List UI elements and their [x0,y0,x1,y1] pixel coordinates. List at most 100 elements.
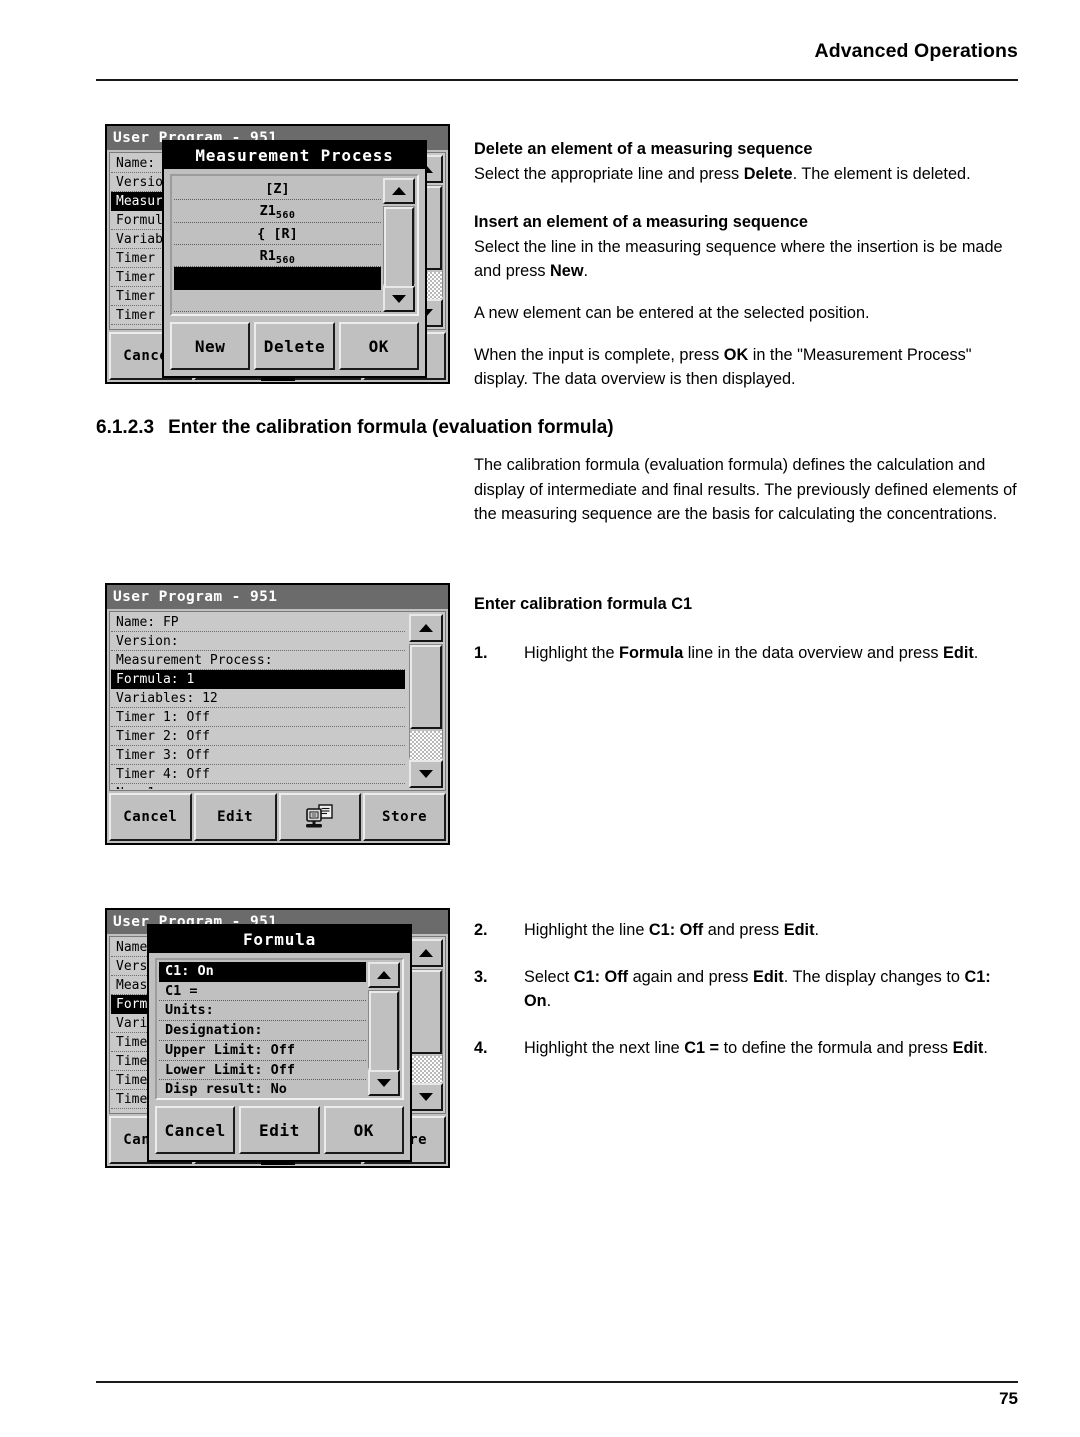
cancel-button[interactable]: Cancel [155,1106,236,1154]
dialog-scroll-up-button-1[interactable] [383,178,415,204]
step-emphasis: Edit [952,1038,984,1057]
formula-parameter-list[interactable]: C1: On C1 = Units: Designation: Upper Limit:… [159,962,366,1096]
step-text: Highlight the [524,643,620,662]
edit-button[interactable]: Edit [193,793,277,841]
arrow-up-icon [419,624,433,632]
data-overview-row[interactable]: Measurement Process: [111,651,405,670]
formula-row[interactable]: Disp result: No [159,1080,366,1096]
screenshot-data-overview: User Program - 951 Name: FP Version: Measu… [105,583,450,845]
scroll-down-button-3[interactable] [409,1083,443,1111]
delete-insert-text-block: Delete an element of a measuring sequenc… [474,137,1022,392]
ok-button[interactable]: OK [338,322,419,370]
formula-row[interactable]: Lower Limit: Off [159,1061,366,1081]
dialog-body-measurement-process: [Z] Z1560{ [R] R1560 [170,174,419,316]
dialog-body-formula: C1: On C1 = Units: Designation: Upper Limit:… [155,958,404,1100]
instruction-step: 3. Select C1: Off again and press Edit. T… [474,965,1022,1014]
dialog-scrollbar-1[interactable] [383,178,415,312]
step-text: . [983,1038,988,1057]
step-text: . [814,921,820,939]
arrow-up-icon [392,187,406,195]
scroll-track-3[interactable] [409,969,443,1100]
section-intro-block: The calibration formula (evaluation form… [474,453,1022,527]
formula-row-selected[interactable]: C1: On [159,962,366,982]
data-overview-row[interactable]: Timer 1: Off [111,708,405,727]
dialog-scroll-thumb-1[interactable] [384,207,414,297]
dialog-scroll-down-button-3[interactable] [368,1070,400,1096]
sequence-element-label: Z1560 [259,203,296,222]
scrollbar-3[interactable] [409,939,443,1111]
data-overview-row-selected[interactable]: Formula: 1 [111,670,405,689]
data-overview-row[interactable]: Timer 4: Off [111,765,405,784]
ok-button-ref: OK [723,345,749,364]
dialog-scroll-down-button-1[interactable] [383,286,415,312]
step-text: and press [703,921,784,939]
calibration-intro-block: Enter calibration formula C1 1. Highlight… [474,592,1022,665]
printer-icon [305,804,335,830]
measurement-sequence-list[interactable]: [Z] Z1560{ [R] R1560 [174,178,381,312]
sequence-row[interactable]: { [R] [174,223,381,245]
insert-element-paragraph-1: Select the line in the measuring sequenc… [474,235,1022,284]
dialog-scroll-up-button-3[interactable] [368,962,400,988]
dialog-scroll-thumb-3[interactable] [369,991,399,1077]
step-text: line in the data overview and press [683,643,944,662]
dialog-scrollbar-3[interactable] [368,962,400,1096]
data-overview-row[interactable]: Timer 2: Off [111,727,405,746]
screenshot-formula-dialog: User Program - 951 Name:Version:Measurem… [105,908,450,1168]
data-overview-list-2[interactable]: Name: FP Version: Measurement Process: Form… [111,613,405,789]
scrollbar-2[interactable] [409,614,443,788]
sequence-element-label: R1560 [259,247,296,266]
new-button[interactable]: New [170,322,251,370]
scroll-thumb-3[interactable] [410,970,442,1054]
footer-divider [96,1381,1018,1383]
data-overview-row[interactable]: No: 1 [111,784,405,789]
insert-element-paragraph-2: A new element can be entered at the sele… [474,303,870,322]
page-number: 75 [999,1389,1018,1408]
scroll-up-button-2[interactable] [409,614,443,642]
ok-button[interactable]: OK [323,1106,404,1154]
sequence-row[interactable]: R1560 [174,245,381,268]
sequence-row[interactable]: [Z] [174,178,381,201]
edit-button[interactable]: Edit [239,1106,320,1154]
step-text: . [546,992,552,1011]
data-overview-row[interactable]: Variables: 12 [111,689,405,708]
insert-text-part-2: . [583,262,589,281]
scroll-track-2[interactable] [409,644,443,775]
step-emphasis: Edit [943,643,974,662]
step-number: 4. [474,1038,488,1057]
sequence-row-selected[interactable] [174,267,381,290]
step-emphasis: Formula [619,643,684,662]
step-text: Highlight the line [524,921,649,939]
delete-button-ref: Delete [743,164,793,183]
dialog-scroll-track-1[interactable] [383,206,415,297]
data-overview-row[interactable]: Timer 3: Off [111,746,405,765]
instruction-step: 1. Highlight the Formula line in the data… [474,641,1022,666]
formula-row[interactable]: Units: [159,1001,366,1022]
step-text: again and press [628,967,753,986]
formula-row[interactable]: C1 = [159,982,366,1002]
measurement-process-dialog: Measurement Process [Z] Z1560{ [R] R1560 N… [162,140,427,378]
dialog-scroll-track-3[interactable] [368,990,400,1077]
section-heading: 6.1.2.3 Enter the calibration formula (ev… [96,417,614,439]
scroll-up-button-3[interactable] [409,939,443,967]
printer-icon-button[interactable] [278,793,362,841]
store-button[interactable]: Store [363,793,446,841]
new-button-ref: New [550,262,584,281]
scroll-down-button-2[interactable] [409,760,443,788]
cancel-button[interactable]: Cancel [109,793,192,841]
scroll-thumb-2[interactable] [410,645,442,729]
formula-row[interactable]: Designation: [159,1021,366,1041]
dialog-title-formula: Formula [149,926,410,953]
sequence-row[interactable] [174,290,381,312]
step-number: 3. [474,967,488,986]
arrow-down-icon [392,295,406,303]
sequence-row[interactable]: Z1560 [174,200,381,223]
data-overview-row[interactable]: Version: [111,632,405,651]
delete-button[interactable]: Delete [254,322,335,370]
step-number: 2. [474,921,488,939]
formula-row[interactable]: Upper Limit: Off [159,1041,366,1061]
data-overview-row[interactable]: Name: FP [111,613,405,632]
